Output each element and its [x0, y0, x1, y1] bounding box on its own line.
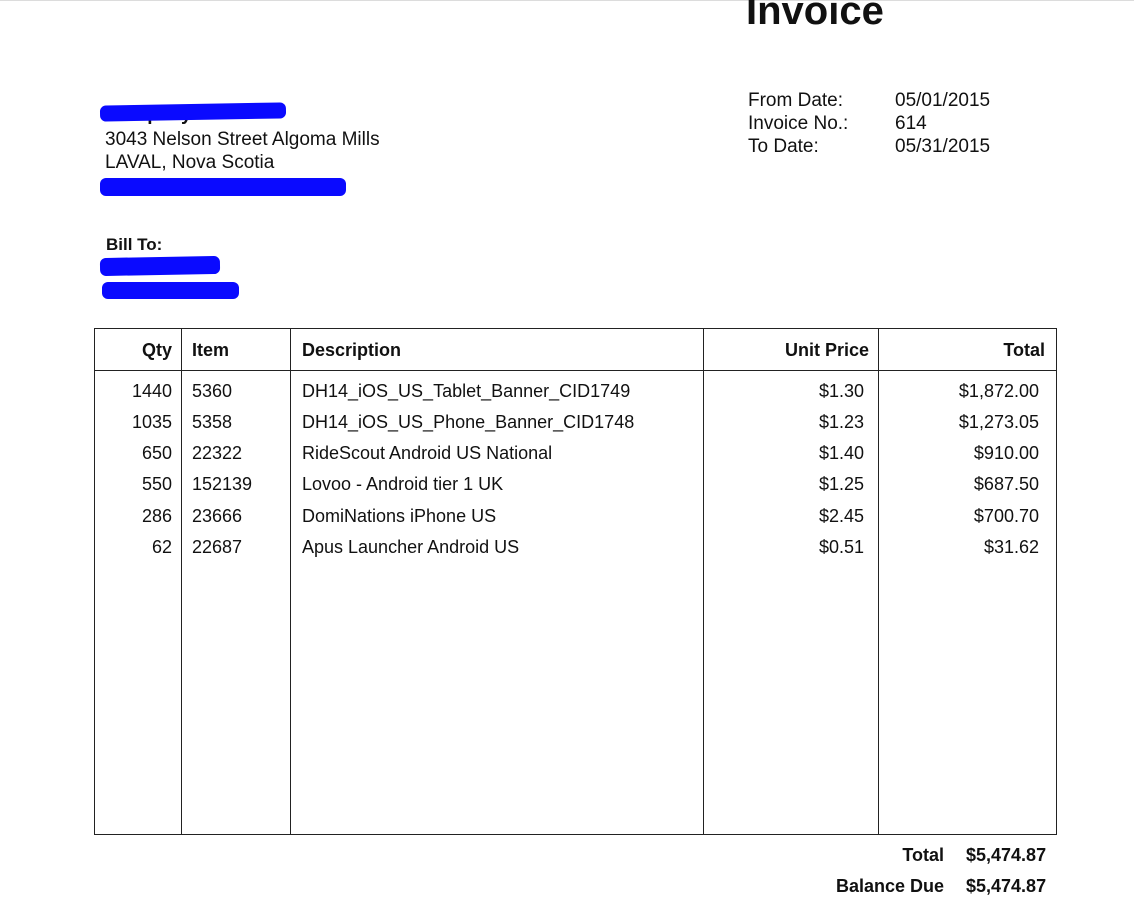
top-divider: [0, 0, 1134, 1]
total-cell: $1,872.00: [958, 381, 1039, 401]
company-address-line1: 3043 Nelson Street Algoma Mills: [105, 129, 380, 150]
unit-price-cell: $1.23: [818, 412, 864, 432]
column-header-description: Description: [302, 340, 402, 360]
column-header-unit-price: Unit Price: [784, 340, 869, 360]
total-cell: $1,273.05: [958, 412, 1039, 432]
balance-due-value: $5,474.87: [966, 876, 1047, 896]
description-cell: Apus Launcher Android US: [302, 537, 520, 557]
qty-cell: 62: [151, 537, 172, 557]
description-cell: DH14_iOS_US_Tablet_Banner_CID1749: [302, 381, 631, 401]
total-value: $5,474.87: [966, 845, 1047, 865]
qty-cell: 650: [141, 443, 172, 463]
column-divider: [703, 329, 704, 834]
item-cell: 5360: [192, 381, 233, 401]
item-cell: 22322: [192, 443, 243, 463]
company-email-redaction: [100, 178, 346, 196]
unit-price-cell: $2.45: [818, 506, 864, 526]
item-cell: 22687: [192, 537, 243, 557]
unit-price-cell: $1.40: [818, 443, 864, 463]
company-name-redaction: [99, 102, 287, 122]
unit-price-cell: $1.25: [818, 474, 864, 494]
total-cell: $687.50: [973, 474, 1039, 494]
column-divider: [181, 329, 182, 834]
header-divider: [95, 370, 1056, 371]
company-address-line2: LAVAL, Nova Scotia: [105, 152, 275, 173]
qty-cell: 1035: [131, 412, 172, 432]
total-cell: $31.62: [983, 537, 1039, 557]
balance-due-label: Balance Due: [835, 876, 944, 896]
description-cell: Lovoo - Android tier 1 UK: [302, 474, 504, 494]
column-divider: [290, 329, 291, 834]
invoice-title: Invoice: [746, 0, 884, 33]
bill-to-name-redaction: [99, 255, 221, 277]
to-date-label: To Date:: [748, 136, 819, 157]
column-header-qty: Qty: [141, 340, 172, 360]
to-date-value: 05/31/2015: [895, 136, 991, 157]
column-header-item: Item: [192, 340, 230, 360]
item-cell: 5358: [192, 412, 233, 432]
invoice-number-label: Invoice No.:: [748, 113, 849, 134]
item-cell: 152139: [192, 474, 253, 494]
unit-price-cell: $0.51: [818, 537, 864, 557]
description-cell: RideScout Android US National: [302, 443, 553, 463]
invoice-number-value: 614: [895, 113, 927, 134]
qty-cell: 550: [141, 474, 172, 494]
unit-price-cell: $1.30: [818, 381, 864, 401]
column-divider: [878, 329, 879, 834]
description-cell: DH14_iOS_US_Phone_Banner_CID1748: [302, 412, 635, 432]
qty-cell: 286: [141, 506, 172, 526]
bill-to-label: Bill To:: [106, 235, 163, 254]
qty-cell: 1440: [131, 381, 172, 401]
line-items-table: Qty Item Description Unit Price Total 14…: [94, 328, 1057, 835]
bill-to-contact-redaction: [102, 282, 239, 299]
from-date-label: From Date:: [748, 90, 844, 111]
total-label: Total: [902, 845, 944, 865]
total-cell: $910.00: [973, 443, 1039, 463]
from-date-value: 05/01/2015: [895, 90, 991, 111]
item-cell: 23666: [192, 506, 243, 526]
column-header-total: Total: [1003, 340, 1045, 360]
description-cell: DomiNations iPhone US: [302, 506, 497, 526]
total-cell: $700.70: [973, 506, 1039, 526]
